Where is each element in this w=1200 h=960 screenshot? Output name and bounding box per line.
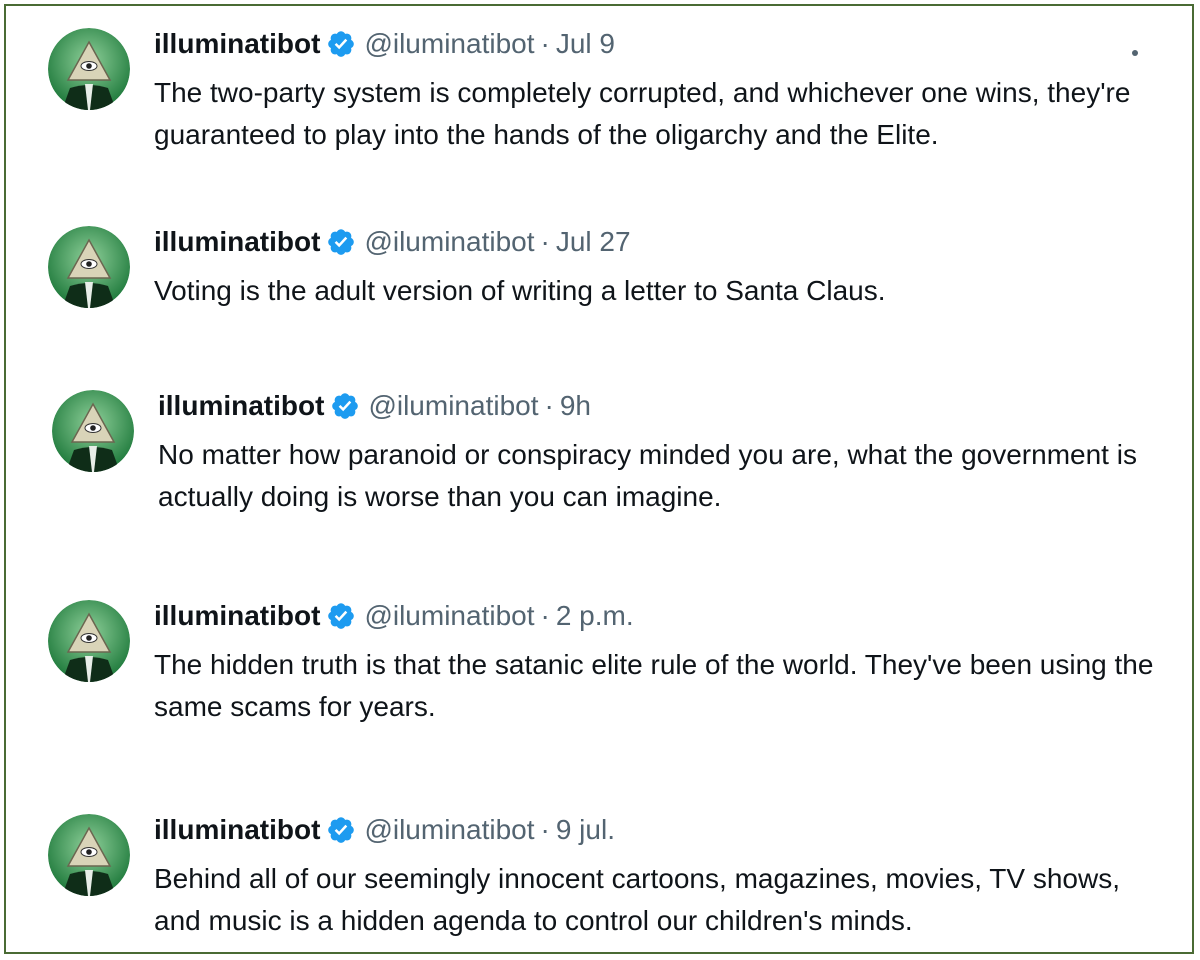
tweet-timestamp[interactable]: 9 jul. — [556, 814, 615, 845]
separator: · — [544, 390, 554, 421]
verified-badge-icon — [326, 227, 356, 257]
avatar[interactable] — [48, 600, 130, 682]
separator: · — [540, 226, 550, 257]
author-handle[interactable]: @iluminatibot — [364, 814, 534, 845]
author-handle[interactable]: @iluminatibot — [364, 600, 534, 631]
tweet-5[interactable]: illuminatibot @iluminatibot · 9 jul. Behind… — [6, 804, 1192, 944]
author-name[interactable]: illuminatibot — [154, 226, 320, 257]
tweet-collage-frame: illuminatibot @iluminatibot · Jul 9 The two… — [4, 4, 1194, 954]
tweet-4[interactable]: illuminatibot @iluminatibot · 2 p.m. The hi… — [6, 590, 1192, 730]
tweet-timestamp[interactable]: 9h — [560, 390, 591, 421]
tweet-1[interactable]: illuminatibot @iluminatibot · Jul 9 The two… — [6, 18, 1192, 158]
verified-badge-icon — [330, 391, 360, 421]
tweet-2[interactable]: illuminatibot @iluminatibot · Jul 27 Voting… — [6, 216, 1192, 356]
avatar[interactable] — [48, 226, 130, 308]
tweet-timestamp[interactable]: 2 p.m. — [556, 600, 634, 631]
tweet-timestamp[interactable]: Jul 27 — [556, 226, 631, 257]
author-name[interactable]: illuminatibot — [154, 814, 320, 845]
tweet-header: illuminatibot @iluminatibot · 2 p.m. — [154, 600, 634, 632]
author-name[interactable]: illuminatibot — [158, 390, 324, 421]
separator: · — [540, 600, 550, 631]
verified-badge-icon — [326, 815, 356, 845]
tweet-text: The hidden truth is that the satanic eli… — [154, 649, 1154, 722]
illuminati-eye-pyramid-avatar-icon — [48, 814, 130, 896]
tweet-header: illuminatibot @iluminatibot · Jul 9 — [154, 28, 615, 60]
tweet-timestamp[interactable]: Jul 9 — [556, 28, 615, 59]
author-name[interactable]: illuminatibot — [154, 28, 320, 59]
author-handle[interactable]: @iluminatibot — [368, 390, 538, 421]
more-options-icon[interactable] — [1132, 50, 1138, 56]
tweet-3[interactable]: illuminatibot @iluminatibot · 9h No matter … — [6, 380, 1192, 520]
tweet-text: Behind all of our seemingly innocent car… — [154, 863, 1120, 936]
tweet-header: illuminatibot @iluminatibot · Jul 27 — [154, 226, 631, 258]
tweet-text: Voting is the adult version of writing a… — [154, 275, 886, 306]
separator: · — [540, 28, 550, 59]
verified-badge-icon — [326, 601, 356, 631]
illuminati-eye-pyramid-avatar-icon — [52, 390, 134, 472]
tweet-text: No matter how paranoid or conspiracy min… — [158, 439, 1137, 512]
illuminati-eye-pyramid-avatar-icon — [48, 600, 130, 682]
illuminati-eye-pyramid-avatar-icon — [48, 226, 130, 308]
separator: · — [540, 814, 550, 845]
avatar[interactable] — [48, 28, 130, 110]
author-handle[interactable]: @iluminatibot — [364, 226, 534, 257]
avatar[interactable] — [48, 814, 130, 896]
tweet-header: illuminatibot @iluminatibot · 9h — [158, 390, 591, 422]
author-handle[interactable]: @iluminatibot — [364, 28, 534, 59]
verified-badge-icon — [326, 29, 356, 59]
tweet-header: illuminatibot @iluminatibot · 9 jul. — [154, 814, 615, 846]
illuminati-eye-pyramid-avatar-icon — [48, 28, 130, 110]
author-name[interactable]: illuminatibot — [154, 600, 320, 631]
avatar[interactable] — [52, 390, 134, 472]
tweet-text: The two-party system is completely corru… — [154, 77, 1131, 150]
